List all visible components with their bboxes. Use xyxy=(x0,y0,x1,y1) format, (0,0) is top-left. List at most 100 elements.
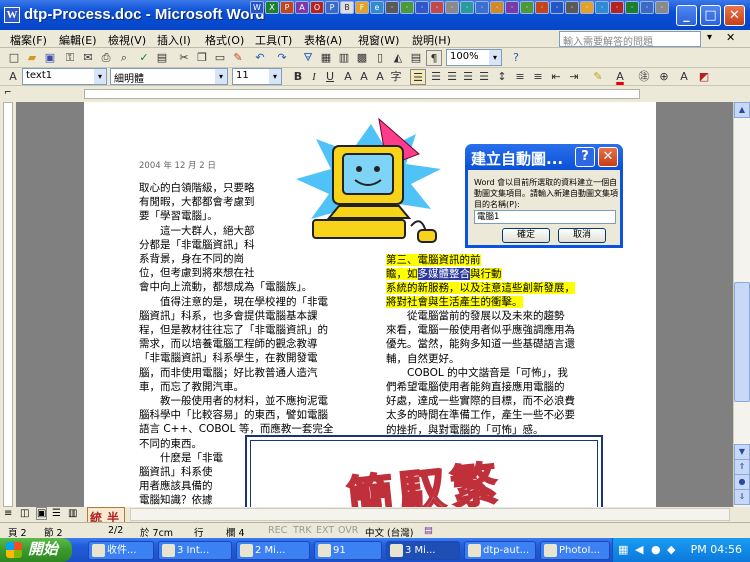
font-size-combo[interactable]: 11 ▾ xyxy=(232,68,282,85)
right-top-line-4[interactable]: 將對社會與生活產生的衝擊。 xyxy=(386,295,523,309)
insert-table-icon[interactable]: ▥ xyxy=(336,50,352,66)
horizontal-ruler[interactable]: ⌐ xyxy=(0,86,750,102)
shortcut-icon[interactable]: · xyxy=(610,1,624,14)
drawing-icon[interactable]: ◭ xyxy=(390,50,406,66)
shortcut-icon[interactable]: · xyxy=(385,1,399,14)
powerpoint-icon[interactable]: P xyxy=(280,1,294,14)
ie-icon[interactable]: e xyxy=(370,1,384,14)
align-center-icon[interactable]: ☰ xyxy=(428,69,444,85)
menu-table[interactable]: 表格(A) xyxy=(304,32,342,48)
select-browse-object-button[interactable]: ● xyxy=(734,474,750,490)
reading-view-icon[interactable]: ▥ xyxy=(68,508,77,519)
status-ext[interactable]: EXT xyxy=(316,525,334,536)
hyperlink-icon[interactable]: 🜃 xyxy=(300,50,316,66)
spelling-icon[interactable]: ✓ xyxy=(136,50,152,66)
char-scale-icon[interactable]: A xyxy=(372,69,388,85)
antivirus-icon[interactable]: ● xyxy=(651,543,661,556)
chevron-down-icon[interactable]: ▾ xyxy=(215,69,227,84)
shortcut-icon[interactable]: · xyxy=(445,1,459,14)
phonetic-guide-icon[interactable]: 字 xyxy=(388,69,404,85)
wordart-frame[interactable]: 簡馭繁 xyxy=(245,435,603,507)
close-button[interactable]: ✕ xyxy=(724,5,745,26)
styles-pane-icon[interactable]: A xyxy=(5,69,21,85)
ok-button[interactable]: 確定 xyxy=(502,228,550,243)
menu-format[interactable]: 格式(O) xyxy=(205,32,244,48)
char-spacing-icon[interactable]: A xyxy=(676,69,692,85)
network-icon[interactable]: ▦ xyxy=(618,543,628,556)
menu-view[interactable]: 檢視(V) xyxy=(108,32,146,48)
shortcut-icon[interactable]: · xyxy=(535,1,549,14)
taskbar-item-mi[interactable]: 2 Mi... xyxy=(236,541,310,560)
bullets-icon[interactable]: ≡ xyxy=(530,69,546,85)
taskbar-item-dtp[interactable]: dtp-aut... xyxy=(464,541,536,560)
tray-app-icon[interactable]: ◆ xyxy=(667,543,675,556)
chevron-down-icon[interactable]: ▾ xyxy=(489,50,501,65)
start-button[interactable]: 開始 xyxy=(0,538,72,562)
shortcut-icon[interactable]: · xyxy=(490,1,504,14)
doc-close-icon[interactable]: ✕ xyxy=(726,31,735,44)
chevron-down-icon[interactable]: ▾ xyxy=(269,69,281,84)
scroll-thumb[interactable] xyxy=(734,282,750,402)
print-layout-icon[interactable]: ▣ xyxy=(36,507,48,520)
print-preview-icon[interactable]: ⌕ xyxy=(116,50,132,66)
help-search-input[interactable]: 輸入需要解答的問題 xyxy=(559,31,701,47)
dialog-close-button[interactable]: ✕ xyxy=(598,147,618,167)
status-rec[interactable]: REC xyxy=(268,525,287,536)
distribute-icon[interactable]: ☰ xyxy=(476,69,492,85)
menu-help[interactable]: 說明(H) xyxy=(412,32,451,48)
menu-edit[interactable]: 編輯(E) xyxy=(59,32,97,48)
undo-icon[interactable]: ↶ xyxy=(252,50,268,66)
shortcut-icon[interactable]: · xyxy=(640,1,654,14)
document-area[interactable]: 2004 年 12 月 2 日 取心的白領階級，只要略 有閒暇，大都都會考慮到 … xyxy=(16,102,733,507)
hscroll-track[interactable] xyxy=(130,508,730,521)
zoom-combo[interactable]: 100% ▾ xyxy=(446,49,502,66)
italic-button[interactable]: I xyxy=(306,69,322,85)
columns-icon[interactable]: ▯ xyxy=(372,50,388,66)
binder-icon[interactable]: B xyxy=(340,1,354,14)
increase-indent-icon[interactable]: ⇥ xyxy=(566,69,582,85)
word-app-icon[interactable]: W xyxy=(4,7,20,23)
save-icon[interactable]: ▣ xyxy=(42,50,58,66)
enclose-char-icon[interactable]: ㊟ xyxy=(636,69,652,85)
paste-icon[interactable]: ▭ xyxy=(212,50,228,66)
format-painter-icon[interactable]: ✎ xyxy=(230,50,246,66)
right-column-text[interactable]: 從電腦當前的發展以及未來的趨勢 來看，電腦一般使用者似乎應強調應用為 優先。當然… xyxy=(386,309,611,437)
shortcut-icon[interactable]: · xyxy=(550,1,564,14)
right-top-line-2[interactable]: 瞻，如多媒體整合與行動 xyxy=(386,267,502,281)
outline-view-icon[interactable]: ☰ xyxy=(52,508,61,519)
status-ovr[interactable]: OVR xyxy=(338,525,358,536)
print-icon[interactable]: ⎙ xyxy=(98,50,114,66)
vertical-ruler[interactable] xyxy=(0,102,16,507)
normal-view-icon[interactable]: ≡ xyxy=(4,508,12,519)
folder-icon[interactable]: F xyxy=(355,1,369,14)
style-combo[interactable]: text1 ▾ xyxy=(22,68,107,85)
help-icon[interactable]: ? xyxy=(508,50,524,66)
shortcut-icon[interactable]: · xyxy=(505,1,519,14)
permission-icon[interactable]: ⚿ xyxy=(62,50,78,66)
publisher-icon[interactable]: P xyxy=(325,1,339,14)
menu-file[interactable]: 檔案(F) xyxy=(10,32,47,48)
shortcut-icon[interactable]: · xyxy=(475,1,489,14)
align-right-icon[interactable]: ☰ xyxy=(444,69,460,85)
decrease-indent-icon[interactable]: ⇤ xyxy=(548,69,564,85)
shortcut-icon[interactable]: · xyxy=(400,1,414,14)
prev-page-button[interactable]: ⇑ xyxy=(734,459,750,475)
asian-layout-icon[interactable]: ⊕ xyxy=(656,69,672,85)
numbering-icon[interactable]: ≡ xyxy=(512,69,528,85)
line-spacing-icon[interactable]: ↕ xyxy=(494,69,510,85)
shortcut-icon[interactable]: · xyxy=(565,1,579,14)
tables-borders-icon[interactable]: ▦ xyxy=(318,50,334,66)
shortcut-icon[interactable]: · xyxy=(655,1,669,14)
open-folder-icon[interactable]: ▰ xyxy=(24,50,40,66)
cut-icon[interactable]: ✂ xyxy=(176,50,192,66)
research-icon[interactable]: ▤ xyxy=(154,50,170,66)
shortcut-icon[interactable]: · xyxy=(625,1,639,14)
menu-tools[interactable]: 工具(T) xyxy=(255,32,292,48)
minimize-button[interactable]: _ xyxy=(676,5,697,26)
highlight-icon[interactable]: ✎ xyxy=(590,69,606,85)
justify-icon[interactable]: ☰ xyxy=(460,69,476,85)
autotext-name-field[interactable]: 電腦1 xyxy=(474,210,616,224)
right-top-line-1[interactable]: 第三、電腦資訊的前 xyxy=(386,253,481,267)
help-dropdown-icon[interactable]: ▾ xyxy=(707,32,712,43)
right-top-line-3[interactable]: 系統的新服務，以及注意這些創新發展， xyxy=(386,281,575,295)
